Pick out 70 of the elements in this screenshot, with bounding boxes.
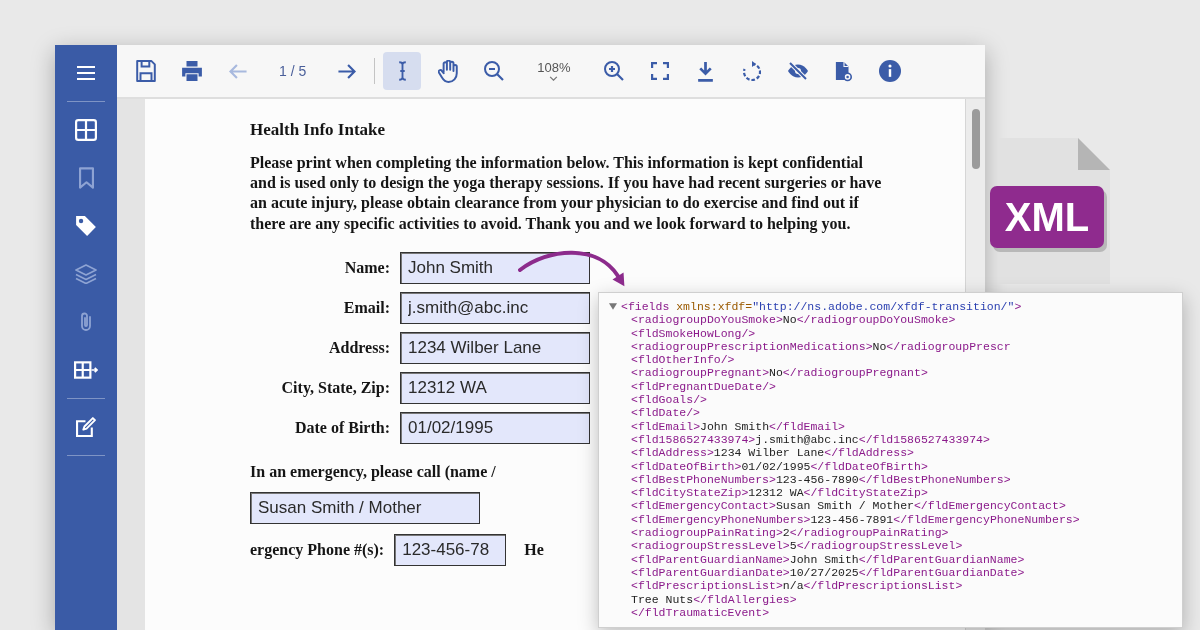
code-line: <radiogroupDoYouSmoke>No</radiogroupDoYouSmoke> bbox=[630, 313, 956, 327]
field-label: Address: bbox=[327, 338, 390, 359]
code-line: <fldBestPhoneNumbers>123-456-7890</fldBestPhoneNumbers> bbox=[630, 472, 1011, 487]
zoom-out-icon bbox=[484, 61, 505, 81]
text-select-button[interactable] bbox=[383, 52, 422, 90]
code-line: <radiogroupPregnant>No</radiogroupPregnant> bbox=[630, 366, 928, 380]
eye-slash-icon bbox=[786, 62, 809, 80]
code-line: </fldTraumaticEvent> bbox=[630, 605, 770, 620]
code-line: <fldOtherInfo/> bbox=[630, 353, 735, 367]
arrow-right-icon bbox=[337, 63, 358, 79]
field-label: Date of Birth: bbox=[293, 418, 390, 439]
code-line: <fldAddress>1234 Wilber Lane</fldAddress> bbox=[630, 446, 914, 460]
scrollbar-thumb[interactable] bbox=[971, 109, 980, 169]
code-line: <radiogroupStressLevel>5</radiogroupStressLevel> bbox=[630, 539, 963, 553]
code-line: <fldCityStateZip>12312 WA</fldCityStateZip> bbox=[630, 486, 928, 500]
text-cursor-icon bbox=[396, 61, 408, 81]
field-label: In an emergency, please call (name / bbox=[250, 462, 496, 483]
fullscreen-icon bbox=[650, 62, 669, 80]
code-line: <fldSmokeHowLong/> bbox=[630, 326, 756, 340]
code-line: <fldDate/> bbox=[630, 406, 701, 420]
grid-icon bbox=[75, 119, 97, 141]
download-icon bbox=[697, 60, 714, 82]
info-icon bbox=[878, 60, 901, 82]
code-line: <fldEmergencyContact>Susan Smith / Mother</fldEmergencyContact> bbox=[630, 499, 1066, 513]
field-label: City, State, Zip: bbox=[280, 378, 390, 399]
page-indicator: 1 / 5 bbox=[278, 61, 308, 81]
rotate-icon bbox=[742, 60, 761, 82]
code-line: <fldGoals/> bbox=[630, 393, 707, 407]
text-field[interactable]: 12312 WA bbox=[400, 372, 590, 405]
zoom-level[interactable]: 108% bbox=[521, 61, 587, 81]
text-field[interactable]: 123-456-78 bbox=[394, 534, 507, 567]
floppy-disk-icon bbox=[136, 60, 156, 82]
text-field[interactable]: John Smith bbox=[400, 252, 590, 285]
field-label: ergency Phone #(s): bbox=[250, 540, 385, 561]
file-type-badge: XML bbox=[990, 186, 1104, 248]
code-line: <fldPregnantDueDate/> bbox=[630, 379, 776, 394]
code-line: <fldEmail>John Smith</fldEmail> bbox=[630, 419, 845, 433]
text-field[interactable]: 01/02/1995 bbox=[400, 412, 590, 445]
expand-triangle-icon[interactable] bbox=[609, 303, 617, 311]
pencil-square-icon bbox=[76, 417, 96, 437]
menu-icon bbox=[76, 66, 96, 80]
code-line: Tree Nuts</fldAllergies> bbox=[630, 592, 797, 606]
text-field[interactable]: j.smith@abc.inc bbox=[400, 292, 590, 325]
document-title: Health Info Intake bbox=[250, 119, 386, 141]
code-line: <radiogroupPainRating>2</radiogroupPainRating> bbox=[630, 526, 949, 540]
table-arrow-icon bbox=[74, 361, 98, 379]
text-field[interactable]: 1234 Wilber Lane bbox=[400, 332, 590, 365]
code-line: <fields xmlns:xfdf="http://ns.adobe.com/xfdf-transition/"> bbox=[621, 300, 1022, 314]
zoom-in-icon bbox=[603, 61, 624, 81]
printer-icon bbox=[181, 60, 203, 82]
caret-icon bbox=[549, 75, 559, 81]
code-line: <fldParentGuardianDate>10/27/2025</fldParentGuardianDate> bbox=[630, 565, 1025, 580]
file-gear-icon bbox=[834, 60, 853, 82]
code-line: <fldEmergencyPhoneNumbers>123-456-7891</fldEmergencyPhoneNumbers> bbox=[630, 512, 1080, 527]
code-line: <fld1586527433974>j.smith@abc.inc</fld1586527433974> bbox=[630, 432, 990, 447]
text-field[interactable]: Susan Smith / Mother bbox=[250, 492, 480, 525]
paperclip-icon bbox=[80, 311, 92, 333]
layers-icon bbox=[75, 264, 97, 284]
arrow-left-icon bbox=[228, 63, 248, 79]
hand-icon bbox=[438, 59, 459, 83]
field-label: Name: bbox=[343, 258, 390, 279]
code-line: <fldParentGuardianName>John Smith</fldParentGuardianName> bbox=[630, 552, 1025, 566]
code-line: <fldDateOfBirth>01/02/1995</fldDateOfBirth> bbox=[630, 459, 928, 473]
code-line: <fldPrescriptionsList>n/a</fldPrescriptionsList> bbox=[630, 579, 963, 593]
field-label: Email: bbox=[342, 298, 390, 319]
bookmark-icon bbox=[78, 167, 94, 189]
tag-icon bbox=[75, 215, 97, 237]
code-line: <radiogroupPrescriptionMedications>No</radiogroupPrescr bbox=[630, 339, 1011, 354]
field-label: He bbox=[524, 540, 544, 561]
intro-paragraph: Please print when completing the information below. This information is kept confidential and is used only to design the yoga therapy sessions. If you have had recent surgeries or have an acute injury, please obtain clearance from your physician to do exercise and find out if there are any specific activities to avoid. Thank you and we look forward to helping you. bbox=[250, 152, 883, 235]
